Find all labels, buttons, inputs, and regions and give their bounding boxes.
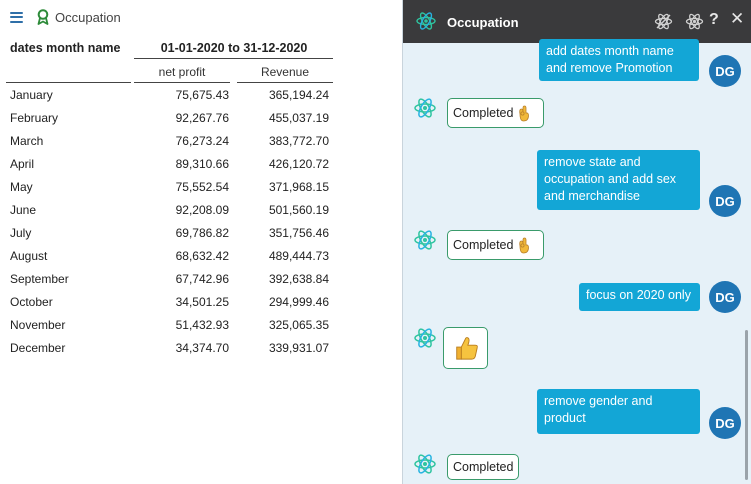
chat-title: Occupation — [447, 15, 519, 30]
row-header-label[interactable]: dates month name — [10, 41, 120, 55]
help-button[interactable]: ? — [709, 11, 719, 29]
column-header-revenue[interactable]: Revenue — [237, 65, 333, 79]
revenue-cell: 501,560.19 — [268, 203, 329, 217]
user-message: remove gender and product — [537, 389, 700, 434]
revenue-cell: 365,194.24 — [268, 88, 329, 102]
net-profit-cell: 69,786.82 — [175, 226, 229, 240]
bot-message-text: Completed — [453, 238, 514, 252]
month-label: June — [10, 203, 37, 217]
user-avatar: DG — [709, 55, 741, 87]
revenue-cell: 351,756.46 — [268, 226, 329, 240]
revenue-cell: 455,037.19 — [268, 111, 329, 125]
month-label: October — [10, 295, 53, 309]
net-profit-cell: 68,632.42 — [175, 249, 229, 263]
report-topbar: Occupation — [10, 8, 121, 26]
user-message: add dates month name and remove Promotio… — [539, 39, 699, 81]
user-avatar: DG — [709, 185, 741, 217]
revenue-cell: 392,638.84 — [268, 272, 329, 286]
report-panel: Occupation dates month name 01-01-2020 t… — [0, 0, 402, 484]
header-divider — [134, 58, 333, 59]
settings-atom-icon[interactable] — [685, 12, 704, 31]
month-label: February — [10, 111, 59, 125]
net-profit-cell: 51,432.93 — [175, 318, 229, 332]
month-label: December — [10, 341, 66, 355]
report-title: Occupation — [55, 9, 121, 25]
bot-message — [443, 327, 488, 369]
chat-header: Occupation ? ✕ — [403, 0, 751, 43]
user-avatar: DG — [709, 281, 741, 313]
ribbon-award-icon — [37, 9, 49, 25]
user-avatar: DG — [709, 407, 741, 439]
net-profit-cell: 89,310.66 — [175, 157, 229, 171]
chat-scrollbar[interactable] — [745, 330, 748, 480]
net-profit-cell: 75,675.43 — [175, 88, 229, 102]
net-profit-cell: 76,273.24 — [175, 134, 229, 148]
revenue-cell: 371,968.15 — [268, 180, 329, 194]
net-profit-cell: 75,552.54 — [175, 180, 229, 194]
revenue-cell: 383,772.70 — [268, 134, 329, 148]
revenue-cell: 339,931.07 — [268, 341, 329, 355]
bot-message: Completed — [447, 98, 544, 128]
bot-message: Completed — [447, 230, 544, 260]
revenue-cell: 294,999.46 — [268, 295, 329, 309]
month-label: September — [10, 272, 69, 286]
atom-logo-icon — [416, 12, 436, 30]
month-label: May — [10, 180, 33, 194]
close-button[interactable]: ✕ — [730, 9, 744, 29]
user-message: remove state and occupation and add sex … — [537, 150, 700, 210]
bot-atom-icon — [414, 453, 436, 475]
month-label: July — [10, 226, 32, 240]
revenue-cell: 325,065.35 — [268, 318, 329, 332]
ok-hand-icon — [517, 237, 530, 254]
ok-hand-icon — [517, 105, 530, 122]
net-profit-cell: 92,208.09 — [175, 203, 229, 217]
header-underline-np — [134, 82, 230, 83]
date-range-header[interactable]: 01-01-2020 to 31-12-2020 — [134, 41, 334, 55]
net-profit-cell: 34,501.25 — [175, 295, 229, 309]
bot-message: Completed — [447, 454, 519, 480]
revenue-cell: 489,444.73 — [268, 249, 329, 263]
bot-message-text: Completed — [453, 106, 514, 120]
net-profit-cell: 92,267.76 — [175, 111, 229, 125]
month-label: August — [10, 249, 48, 263]
month-label: January — [10, 88, 53, 102]
bot-atom-icon — [414, 327, 436, 349]
bot-atom-icon — [414, 97, 436, 119]
chat-messages: add dates month name and remove Promotio… — [403, 39, 751, 484]
reset-atom-icon[interactable] — [654, 12, 673, 31]
month-label: November — [10, 318, 66, 332]
net-profit-cell: 67,742.96 — [175, 272, 229, 286]
chat-panel: Occupation ? ✕ add dates month name and … — [402, 0, 751, 484]
month-label: April — [10, 157, 35, 171]
net-profit-cell: 34,374.70 — [175, 341, 229, 355]
column-header-net-profit[interactable]: net profit — [134, 65, 230, 79]
bot-atom-icon — [414, 229, 436, 251]
hamburger-menu-icon[interactable] — [10, 11, 23, 23]
thumbs-up-icon — [453, 335, 479, 361]
month-label: March — [10, 134, 44, 148]
header-underline-left — [6, 82, 131, 83]
revenue-cell: 426,120.72 — [268, 157, 329, 171]
user-message: focus on 2020 only — [579, 283, 700, 311]
header-underline-rev — [237, 82, 333, 83]
bot-message-text: Completed — [453, 460, 514, 474]
